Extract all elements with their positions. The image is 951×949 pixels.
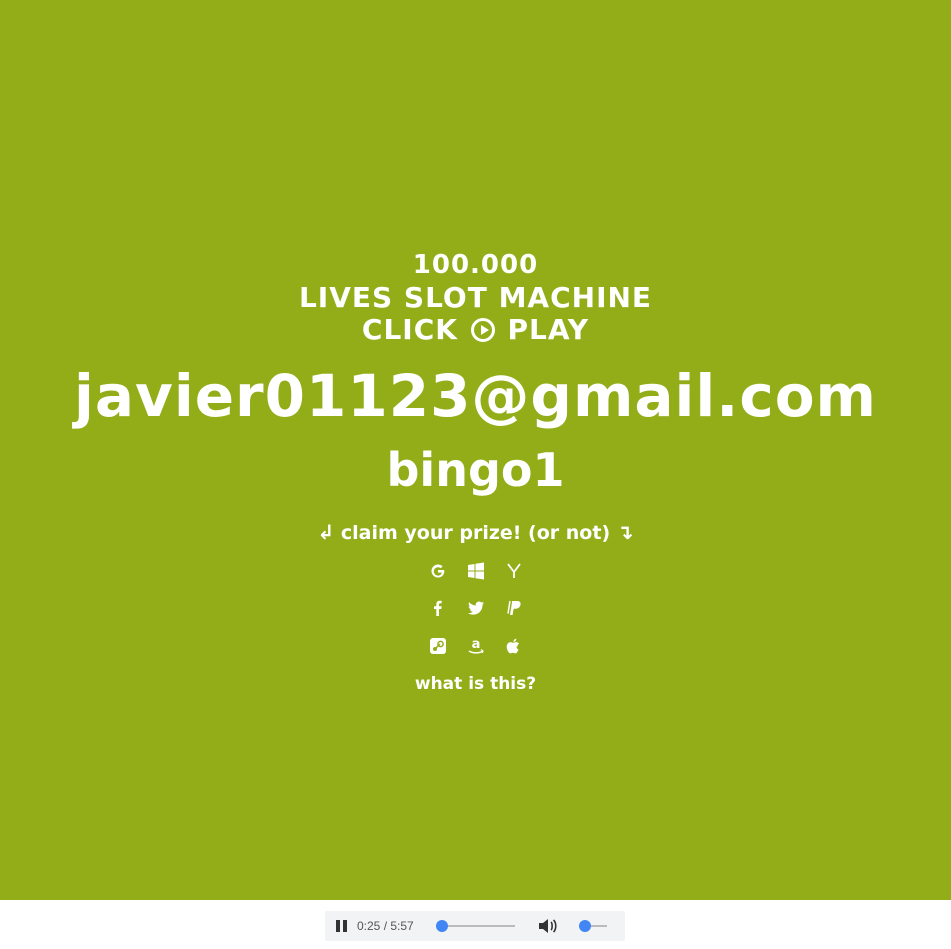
icon-row-1 xyxy=(0,560,951,582)
headline-title: LIVES SLOT MACHINE xyxy=(298,281,653,314)
headline-count: 100.000 xyxy=(412,250,539,280)
seek-thumb[interactable] xyxy=(436,920,449,932)
twitter-icon[interactable] xyxy=(465,597,487,619)
leaked-email: javier01123@gmail.com xyxy=(74,362,877,430)
main-stage: 100.000 LIVES SLOT MACHINE CLICK PLAY ja… xyxy=(0,0,951,900)
paypal-icon[interactable] xyxy=(503,597,525,619)
audio-player: 0:25 / 5:57 xyxy=(325,911,625,941)
claim-prize-line: ↲ claim your prize! (or not) ↴ xyxy=(0,520,951,544)
cta-click-label: CLICK xyxy=(361,313,458,346)
headline-cta[interactable]: CLICK PLAY xyxy=(0,313,951,346)
what-is-this-link[interactable]: what is this? xyxy=(0,674,951,694)
audio-time: 0:25 / 5:57 xyxy=(357,919,414,933)
volume-slider[interactable] xyxy=(579,920,607,932)
pause-icon[interactable] xyxy=(335,918,349,934)
amazon-icon[interactable]: a xyxy=(465,635,487,657)
volume-icon[interactable] xyxy=(537,917,559,935)
play-circle-icon[interactable] xyxy=(470,318,495,342)
facebook-icon[interactable] xyxy=(427,597,449,619)
volume-thumb[interactable] xyxy=(579,920,591,932)
apple-icon[interactable] xyxy=(503,635,525,657)
google-icon[interactable] xyxy=(427,560,449,582)
arrow-down-icon: ↴ xyxy=(616,520,634,544)
icon-row-3: a xyxy=(0,635,951,657)
steam-icon[interactable] xyxy=(427,635,449,657)
windows-icon[interactable] xyxy=(465,560,487,582)
yahoo-icon[interactable] xyxy=(503,560,525,582)
arrow-left-icon: ↲ xyxy=(317,520,335,544)
svg-text:a: a xyxy=(471,637,480,652)
leaked-password: bingo1 xyxy=(386,443,565,497)
icon-row-2 xyxy=(0,597,951,619)
seek-slider[interactable] xyxy=(436,920,515,932)
claim-text: claim your prize! (or not) xyxy=(340,522,611,544)
cta-play-label: PLAY xyxy=(507,313,590,346)
